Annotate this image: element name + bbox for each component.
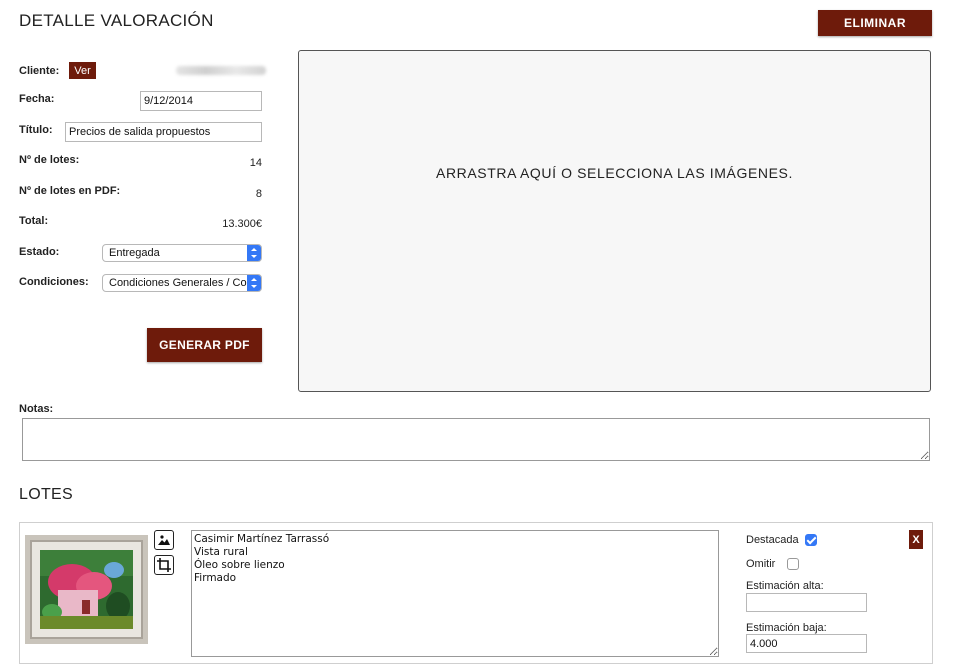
omit-label: Omitir [746, 558, 776, 570]
lots-pdf-label: Nº de lotes en PDF: [19, 185, 121, 197]
featured-label: Destacada [746, 534, 799, 546]
conditions-select-value: Condiciones Generales / Co [109, 277, 247, 289]
client-label: Cliente: [19, 65, 60, 77]
featured-checkbox[interactable] [805, 534, 817, 546]
lot-thumbnail[interactable] [25, 535, 148, 644]
crop-button[interactable] [154, 555, 174, 575]
conditions-select[interactable]: Condiciones Generales / Co [102, 274, 262, 292]
notes-label: Notas: [19, 403, 54, 415]
title-label: Título: [19, 124, 53, 136]
image-dropzone[interactable]: ARRASTRA AQUÍ O SELECCIONA LAS IMÁGENES. [298, 50, 931, 392]
select-chevron-icon [247, 275, 261, 291]
client-name-redacted [176, 66, 266, 75]
omit-checkbox[interactable] [787, 558, 799, 570]
estimate-high-field[interactable] [746, 593, 867, 612]
status-label: Estado: [19, 246, 60, 258]
lot-description-field[interactable]: Casimir Martínez Tarrassó Vista rural Ól… [191, 530, 719, 657]
change-image-button[interactable] [154, 530, 174, 550]
status-select[interactable]: Entregada [102, 244, 262, 262]
dropzone-text: ARRASTRA AQUÍ O SELECCIONA LAS IMÁGENES. [436, 165, 793, 181]
notes-field[interactable] [22, 418, 930, 461]
estimate-high-label: Estimación alta: [746, 580, 824, 592]
view-client-button[interactable]: Ver [69, 62, 96, 79]
lots-pdf-value: 8 [255, 188, 262, 200]
lots-count-value: 14 [249, 157, 262, 169]
generate-pdf-button[interactable]: GENERAR PDF [147, 328, 262, 362]
lot-card: Casimir Martínez Tarrassó Vista rural Ól… [19, 522, 933, 664]
painting-image [32, 542, 141, 637]
crop-icon [157, 558, 171, 572]
lots-title: LOTES [19, 486, 73, 503]
lots-count-label: Nº de lotes: [19, 154, 80, 166]
total-value: 13.300€ [222, 218, 262, 230]
estimate-low-label: Estimación baja: [746, 622, 827, 634]
page-title: DETALLE VALORACIÓN [19, 11, 214, 30]
date-label: Fecha: [19, 93, 55, 105]
remove-lot-button[interactable]: X [909, 530, 923, 549]
conditions-label: Condiciones: [19, 276, 89, 288]
delete-button[interactable]: ELIMINAR [818, 10, 932, 36]
image-icon [158, 535, 170, 545]
status-select-value: Entregada [109, 247, 160, 259]
select-chevron-icon [247, 245, 261, 261]
estimate-low-field[interactable] [746, 634, 867, 653]
total-label: Total: [19, 215, 49, 227]
title-field[interactable] [65, 122, 262, 142]
date-field[interactable] [140, 91, 262, 111]
